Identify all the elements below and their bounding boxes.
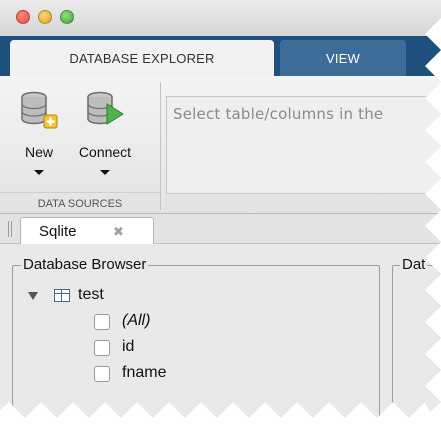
close-window-button[interactable] [16, 10, 30, 24]
column-label: id [122, 338, 135, 355]
data-preview-panel [392, 265, 441, 418]
sql-query-field[interactable]: Select table/columns in the [166, 96, 441, 194]
database-browser-title: Database Browser [21, 256, 149, 273]
column-label: (All) [122, 312, 151, 329]
table-icon [54, 289, 70, 302]
column-label: fname [122, 364, 167, 381]
tab-database-explorer[interactable]: DATABASE EXPLORER [10, 40, 274, 76]
tab-sqlite-label: Sqlite [39, 223, 77, 240]
connect-button[interactable]: Connect [72, 84, 138, 182]
new-button-label: New [24, 144, 53, 160]
database-add-icon [21, 91, 58, 129]
connect-button-label: Connect [78, 144, 132, 160]
app-window: DATABASE EXPLORER VIEW New Connect DATA … [0, 0, 441, 418]
tab-sqlite[interactable]: Sqlite ✖ [20, 217, 154, 245]
checkbox-all[interactable] [94, 314, 110, 330]
chevron-down-icon[interactable] [34, 170, 44, 175]
checkbox-id[interactable] [94, 340, 110, 356]
sql-query-placeholder: Select table/columns in the [173, 105, 384, 123]
drag-grip-icon[interactable] [8, 221, 14, 237]
chevron-down-icon[interactable] [100, 170, 110, 175]
expand-arrow-icon[interactable] [28, 292, 38, 300]
ribbon: New Connect DATA SOURCES Select table/co… [0, 76, 441, 214]
ribbon-divider [160, 82, 161, 210]
database-connect-icon [87, 91, 124, 125]
data-preview-title: Dat [400, 256, 428, 273]
main-panel: Database Browser Dat test (All) id fname [0, 244, 441, 418]
new-button[interactable]: New [6, 84, 72, 182]
title-bar [0, 0, 441, 36]
toolstrip-tab-bar: DATABASE EXPLORER VIEW [0, 36, 441, 76]
document-tab-strip: Sqlite ✖ [0, 214, 441, 245]
tab-view[interactable]: VIEW [280, 40, 406, 76]
tree-node-test[interactable]: test [78, 286, 104, 304]
maximize-window-button[interactable] [60, 10, 74, 24]
section-label-data-sources: DATA SOURCES [0, 192, 160, 214]
checkbox-fname[interactable] [94, 366, 110, 382]
close-icon[interactable]: ✖ [113, 224, 124, 240]
minimize-window-button[interactable] [38, 10, 52, 24]
